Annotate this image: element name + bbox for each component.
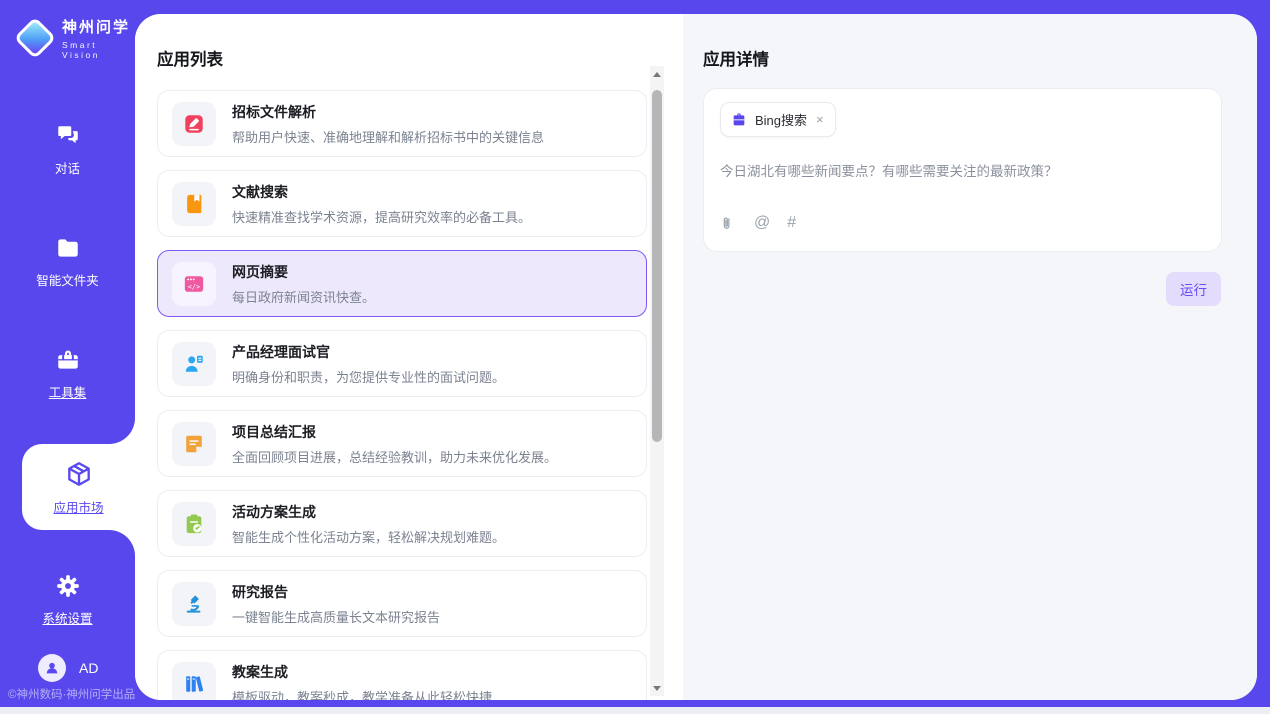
run-button[interactable]: 运行 (1166, 272, 1221, 306)
app-desc: 每日政府新闻资讯快查。 (232, 287, 375, 306)
cube-icon (65, 460, 93, 488)
app-card-project-summary[interactable]: 项目总结汇报 全面回顾项目进展，总结经验教训，助力未来优化发展。 (157, 410, 647, 477)
app-desc: 快速精准查找学术资源，提高研究效率的必备工具。 (232, 207, 531, 226)
gear-icon (55, 573, 81, 599)
scrollbar[interactable] (650, 66, 664, 696)
query-input[interactable]: 今日湖北有哪些新闻要点？有哪些需要关注的最新政策？ (720, 160, 1205, 180)
tool-tag-bing-search[interactable]: Bing搜索 × (720, 102, 836, 137)
clipboard-check-icon (172, 502, 216, 546)
brand-name: 神州问学 (62, 16, 135, 37)
app-list-title: 应用列表 (157, 46, 683, 70)
app-name: 教案生成 (232, 662, 492, 682)
sidebar-item-smart-folders[interactable]: 智能文件夹 (0, 220, 135, 304)
app-card-pm-interviewer[interactable]: 产品经理面试官 明确身份和职责，为您提供专业性的面试问题。 (157, 330, 647, 397)
app-list-panel: 应用列表 招标文件解析 帮助用户快速、准确地理解和解析招标书中的关键信息 (135, 14, 683, 700)
prompt-card: Bing搜索 × 今日湖北有哪些新闻要点？有哪些需要关注的最新政策？ @ # (703, 88, 1222, 252)
active-tab-curve-top (109, 418, 135, 444)
sidebar: 神州问学 Smart Vision 对话 智能文件夹 (0, 0, 135, 714)
attachment-toolbar: @ # (720, 214, 1205, 238)
paperclip-icon[interactable] (720, 215, 737, 232)
scrollbar-thumb[interactable] (652, 90, 662, 442)
brand-diamond-icon (14, 17, 56, 59)
app-list: 招标文件解析 帮助用户快速、准确地理解和解析招标书中的关键信息 文献搜索 快速精… (157, 90, 647, 700)
hash-icon[interactable]: # (787, 214, 796, 232)
app-desc: 一键智能生成高质量长文本研究报告 (232, 607, 440, 626)
app-desc: 全面回顾项目进展，总结经验教训，助力未来优化发展。 (232, 447, 557, 466)
sidebar-item-label: 对话 (55, 158, 80, 177)
user-account[interactable]: AD (38, 654, 98, 682)
scroll-down-arrow-icon[interactable] (650, 680, 664, 696)
sidebar-nav: 对话 智能文件夹 工具集 (0, 108, 135, 670)
user-initials: AD (79, 660, 98, 676)
main-container: 应用列表 招标文件解析 帮助用户快速、准确地理解和解析招标书中的关键信息 (135, 14, 1257, 700)
chat-icon (55, 123, 81, 149)
app-name: 产品经理面试官 (232, 342, 505, 362)
app-detail-title: 应用详情 (703, 46, 1257, 70)
sidebar-item-label: 应用市场 (53, 497, 103, 516)
bottom-edge (0, 707, 1270, 714)
sidebar-item-label: 工具集 (49, 382, 87, 401)
book-icon (172, 182, 216, 226)
app-name: 项目总结汇报 (232, 422, 557, 442)
avatar (38, 654, 66, 682)
app-desc: 模板驱动，教案秒成，教学准备从此轻松快捷 (232, 687, 492, 701)
app-card-event-plan[interactable]: 活动方案生成 智能生成个性化活动方案，轻松解决规划难题。 (157, 490, 647, 557)
tool-tag-label: Bing搜索 (755, 110, 807, 129)
sidebar-item-app-market[interactable]: 应用市场 (22, 444, 135, 530)
svg-text:</>: </> (188, 282, 200, 290)
sidebar-item-label: 智能文件夹 (36, 270, 99, 289)
microscope-icon (172, 582, 216, 626)
app-desc: 帮助用户快速、准确地理解和解析招标书中的关键信息 (232, 127, 544, 146)
brand-logo: 神州问学 Smart Vision (0, 0, 135, 60)
app-name: 活动方案生成 (232, 502, 505, 522)
active-tab-curve-bottom (109, 530, 135, 556)
briefcase-icon (731, 112, 747, 128)
app-card-bid-document-analysis[interactable]: 招标文件解析 帮助用户快速、准确地理解和解析招标书中的关键信息 (157, 90, 647, 157)
sidebar-item-toolset[interactable]: 工具集 (0, 332, 135, 416)
browser-code-icon: </> (172, 262, 216, 306)
toolbox-icon (55, 347, 81, 373)
app-card-lesson-plan[interactable]: 教案生成 模板驱动，教案秒成，教学准备从此轻松快捷 (157, 650, 647, 700)
app-detail-panel: 应用详情 Bing搜索 × 今日湖北有哪些新闻要点？有哪些需要关注的最新政策？ (683, 14, 1257, 700)
interviewer-icon (172, 342, 216, 386)
mention-icon[interactable]: @ (754, 214, 770, 232)
app-card-literature-search[interactable]: 文献搜索 快速精准查找学术资源，提高研究效率的必备工具。 (157, 170, 647, 237)
app-name: 研究报告 (232, 582, 440, 602)
app-name: 网页摘要 (232, 262, 375, 282)
sidebar-item-label: 系统设置 (42, 608, 92, 627)
app-name: 文献搜索 (232, 182, 531, 202)
app-card-research-report[interactable]: 研究报告 一键智能生成高质量长文本研究报告 (157, 570, 647, 637)
doc-edit-icon (172, 102, 216, 146)
books-icon (172, 662, 216, 701)
app-card-webpage-summary[interactable]: </> 网页摘要 每日政府新闻资讯快查。 (157, 250, 647, 317)
app-name: 招标文件解析 (232, 102, 544, 122)
tag-close-icon[interactable]: × (815, 112, 825, 127)
app-desc: 明确身份和职责，为您提供专业性的面试问题。 (232, 367, 505, 386)
copyright-footer: ©神州数码·神州问学出品 (8, 686, 135, 702)
app-desc: 智能生成个性化活动方案，轻松解决规划难题。 (232, 527, 505, 546)
brand-subtitle: Smart Vision (62, 40, 135, 60)
folder-icon (55, 235, 81, 261)
scroll-up-arrow-icon[interactable] (650, 66, 664, 82)
sidebar-item-settings[interactable]: 系统设置 (0, 558, 135, 642)
sidebar-item-chat[interactable]: 对话 (0, 108, 135, 192)
note-icon (172, 422, 216, 466)
